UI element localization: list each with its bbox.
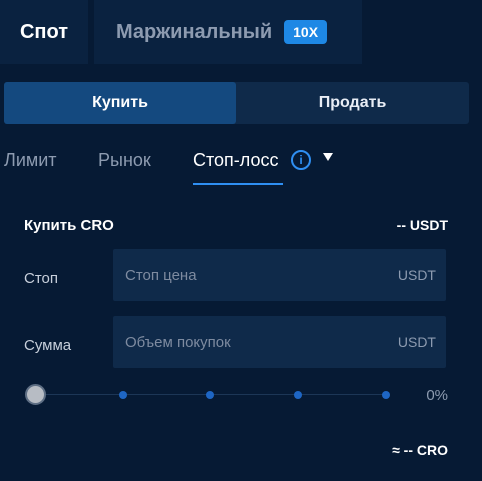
buy-sell-toggle: Купить Продать <box>4 82 469 124</box>
order-type-stop-loss[interactable]: Стоп-лосс <box>193 150 279 171</box>
amount-unit: USDT <box>397 334 436 350</box>
slider-step-75[interactable] <box>294 391 302 399</box>
available-balance: -- USDT <box>396 217 448 233</box>
buy-title: Купить CRO <box>24 217 114 234</box>
stop-price-input[interactable] <box>113 249 383 301</box>
slider-percent: 0% <box>426 387 448 404</box>
order-type-market[interactable]: Рынок <box>98 150 151 171</box>
info-icon[interactable]: i <box>291 150 311 170</box>
order-type-limit[interactable]: Лимит <box>4 150 57 171</box>
stop-price-unit: USDT <box>397 267 436 283</box>
stop-price-field: USDT <box>113 249 446 301</box>
active-tab-underline <box>193 183 283 185</box>
slider-step-100[interactable] <box>382 391 390 399</box>
slider-step-25[interactable] <box>119 391 127 399</box>
tab-spot-label: Спот <box>19 20 69 43</box>
stop-label: Стоп <box>24 270 58 287</box>
amount-input[interactable] <box>113 316 383 368</box>
estimated-amount: ≈ -- CRO <box>392 442 448 458</box>
amount-label: Сумма <box>24 337 72 354</box>
tab-margin[interactable]: Маржинальный 10X <box>94 0 362 64</box>
leverage-badge: 10X <box>284 20 328 44</box>
slider-step-50[interactable] <box>206 391 214 399</box>
tab-spot[interactable]: Спот <box>0 0 88 64</box>
account-type-tabs: Спот Маржинальный 10X <box>0 0 482 64</box>
sell-tab-label: Продать <box>318 94 387 111</box>
amount-field: USDT <box>113 316 446 368</box>
caret-down-icon[interactable] <box>323 153 333 161</box>
amount-slider-handle[interactable] <box>25 384 46 405</box>
sell-tab[interactable]: Продать <box>236 82 469 124</box>
tab-margin-label: Маржинальный <box>116 20 273 43</box>
buy-tab-label: Купить <box>92 94 148 111</box>
buy-tab[interactable]: Купить <box>4 82 236 124</box>
